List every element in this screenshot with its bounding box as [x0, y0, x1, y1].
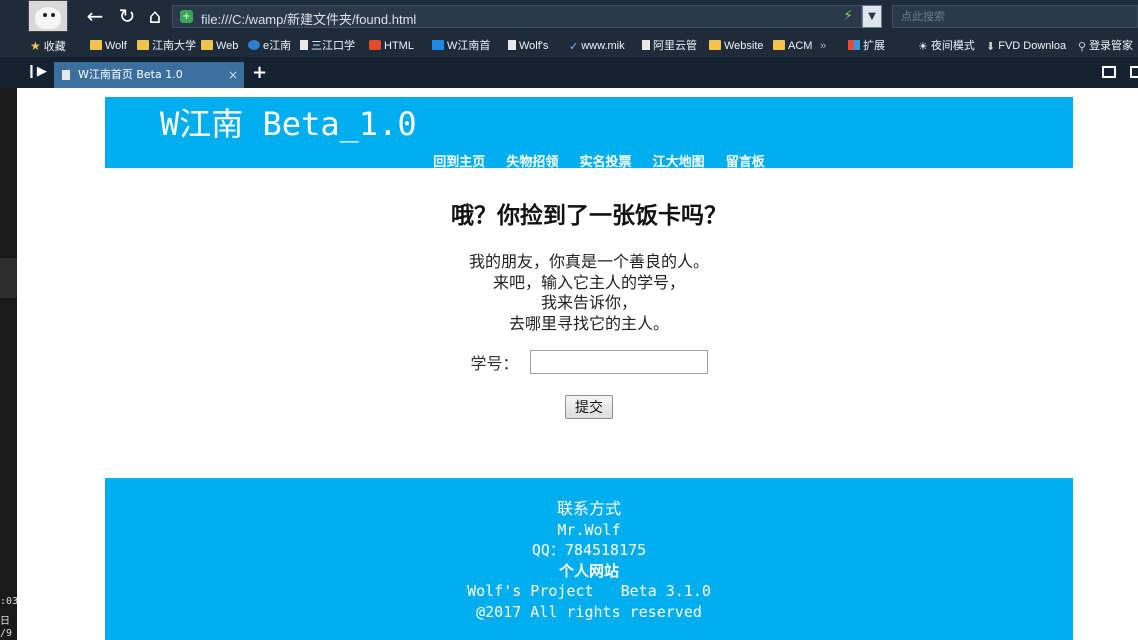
background-window-block [0, 258, 17, 298]
check-icon: ✓ [569, 41, 579, 53]
bookmark-acm[interactable]: ACM [773, 38, 812, 54]
nav-vote[interactable]: 实名投票 [579, 151, 631, 170]
bookmark-jiangnan-university[interactable]: 江南大学 [137, 38, 196, 54]
submit-button[interactable]: 提交 [565, 395, 613, 419]
extensions-button[interactable]: 扩展 [848, 38, 885, 54]
nav-message-board[interactable]: 留言板 [726, 151, 765, 170]
intro-line: 来吧，输入它主人的学号， [492, 272, 685, 292]
footer-project: Wolf's Project Beta 3.1.0 [467, 582, 711, 600]
taskbar-day: 日 [0, 616, 10, 627]
bookmark-aliyun[interactable]: 阿里云管 [642, 38, 697, 54]
lightning-icon[interactable]: ⚡ [843, 8, 853, 24]
url-text: file:///C:/wamp/新建文件夹/found.html [201, 12, 417, 27]
bookmark-w-jiangnan-home[interactable]: W江南首 [432, 38, 490, 54]
tab-bar: ❙▶ W江南首页 Beta 1.0 × + [0, 58, 1138, 88]
bookmarks-more-button[interactable]: » [820, 38, 826, 54]
reload-icon[interactable]: ↻ [114, 3, 140, 29]
folder-icon [201, 40, 213, 50]
bookmark-html[interactable]: HTML [369, 38, 414, 54]
student-id-label: 学号： [470, 354, 519, 373]
bookmark-sanjiangkou[interactable]: 三江口学 [300, 38, 355, 54]
bookmark-e-jiangnan[interactable]: e江南 [248, 38, 291, 54]
w-logo-icon [432, 40, 444, 50]
footer-site-title: 个人网站 [558, 561, 619, 580]
bookmark-www-mik[interactable]: ✓ www.mik [569, 38, 625, 54]
folder-icon [90, 40, 102, 50]
sidebar-toggle-icon[interactable]: ❙▶ [26, 64, 47, 79]
taskbar-time: :03 [0, 596, 19, 607]
page-heading: 哦？你捡到了一张饭卡吗？ [451, 202, 727, 229]
page-viewport: W江南 Beta_1.0 回到主页 失物招领 实名投票 江大地图 留言板 哦？你… [17, 88, 1138, 640]
user-avatar[interactable] [28, 0, 68, 32]
tab-w-jiangnan-home[interactable]: W江南首页 Beta 1.0 × [54, 62, 244, 88]
sun-icon: ☀ [918, 41, 928, 53]
address-bar-row: ← ↻ ⌂ + file:///C:/wamp/新建文件夹/found.html… [0, 0, 1138, 34]
site-header: W江南 Beta_1.0 回到主页 失物招领 实名投票 江大地图 留言板 [105, 97, 1073, 170]
nav-home[interactable]: 回到主页 [433, 151, 485, 170]
fvd-download-button[interactable]: ⬇ FVD Downloa [986, 38, 1066, 54]
bookmark-web[interactable]: Web [201, 38, 238, 54]
tabs-overview-icon[interactable] [1102, 66, 1116, 78]
tab-title: W江南首页 Beta 1.0 [78, 68, 183, 81]
bookmark-wolfs[interactable]: Wolf's [508, 38, 548, 54]
key-icon: ⚲ [1078, 41, 1087, 53]
intro-line: 我来告诉你， [540, 293, 637, 312]
background-window-strip: :03 日 /9 [0, 88, 19, 640]
new-tab-button[interactable]: + [252, 62, 267, 83]
ie-icon [248, 40, 260, 50]
footer-qq: QQ：784518175 [531, 541, 647, 559]
taskbar-date: /9 [0, 628, 13, 639]
bookmark-favorites[interactable]: ★ 收藏 [30, 38, 66, 54]
nav-map[interactable]: 江大地图 [653, 151, 705, 170]
nav-lost-found[interactable]: 失物招领 [506, 151, 558, 170]
grid-icon [848, 40, 860, 50]
student-id-form: 学号： [105, 350, 1073, 374]
folder-icon [773, 40, 785, 50]
bookmark-wolf[interactable]: Wolf [90, 38, 127, 54]
page-icon [62, 70, 70, 80]
footer-name: Mr.Wolf [557, 520, 621, 539]
page-icon [508, 40, 516, 50]
search-input[interactable]: 点此搜索 [892, 5, 1138, 28]
footer-copyright: @2017 All rights reserved [476, 602, 702, 621]
login-manager-button[interactable]: ⚲ 登录管家 [1078, 38, 1133, 54]
page-icon [300, 40, 308, 50]
intro-text: 我的朋友，你真是一个善良的人。 来吧，输入它主人的学号， 我来告诉你， 去哪里寻… [105, 252, 1073, 334]
intro-line: 我的朋友，你真是一个善良的人。 [468, 252, 709, 271]
folder-icon [709, 40, 721, 50]
close-icon[interactable]: × [228, 62, 238, 88]
folder-icon [137, 40, 149, 50]
star-icon: ★ [30, 39, 41, 53]
night-mode-button[interactable]: ☀ 夜间模式 [918, 38, 975, 54]
bookmark-website[interactable]: Website [709, 38, 764, 54]
bookmarks-bar: ★ 收藏 Wolf 江南大学 Web e江南 三江口学 HTML W江南首 Wol… [0, 34, 1138, 58]
footer-contact-title: 联系方式 [556, 499, 621, 518]
url-input[interactable]: + file:///C:/wamp/新建文件夹/found.html ⚡ [172, 5, 862, 28]
site-footer: 联系方式 Mr.Wolf QQ：784518175 个人网站 Wolf's Pr… [105, 478, 1073, 640]
trash-icon[interactable] [1130, 66, 1138, 78]
html5-icon [369, 40, 381, 50]
site-nav: 回到主页 失物招领 实名投票 江大地图 留言板 [105, 151, 1073, 170]
page-icon [642, 40, 650, 50]
chevron-down-icon[interactable]: ▼ [862, 5, 882, 28]
site-title: W江南 Beta_1.0 [160, 105, 417, 143]
student-id-input[interactable] [529, 350, 708, 374]
home-icon[interactable]: ⌂ [142, 3, 168, 29]
back-icon[interactable]: ← [82, 3, 108, 29]
shield-icon: + [180, 10, 193, 23]
download-icon: ⬇ [986, 41, 996, 53]
intro-line: 去哪里寻找它的主人。 [508, 313, 669, 333]
